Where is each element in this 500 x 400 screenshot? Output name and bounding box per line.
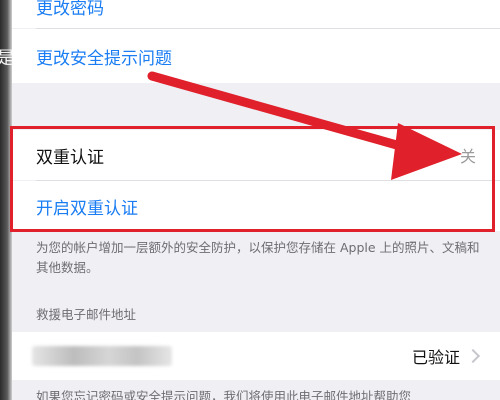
annotation-arrow (147, 71, 462, 180)
